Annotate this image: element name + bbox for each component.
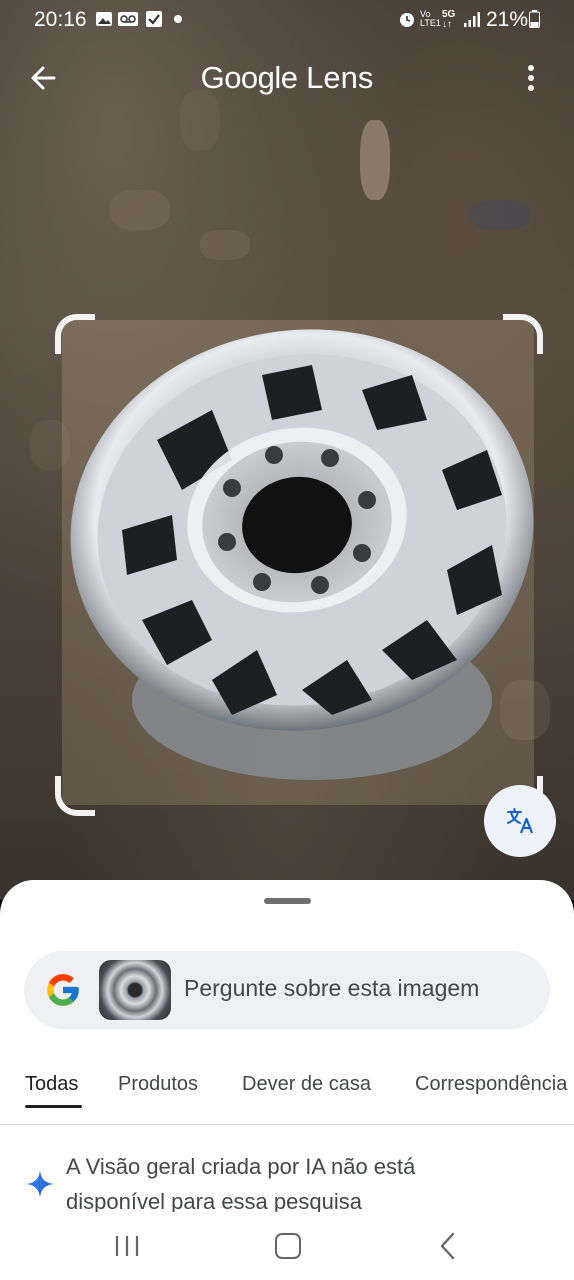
search-placeholder[interactable]: Pergunte sobre esta imagem	[184, 975, 479, 1002]
crop-handle-top-right[interactable]	[503, 314, 543, 354]
crop-handle-bottom-left[interactable]	[55, 776, 95, 816]
app-title: Google Lens	[0, 60, 574, 96]
signal-icon	[463, 10, 481, 28]
battery-percentage: 21%	[486, 8, 529, 31]
tab-dever-de-casa[interactable]: Dever de casa	[242, 1073, 371, 1096]
recent-apps-button[interactable]	[114, 1234, 140, 1258]
query-image-thumbnail[interactable]	[99, 960, 171, 1020]
ai-overview-text: A Visão geral criada por IA não está dis…	[66, 1154, 416, 1214]
translate-icon	[507, 808, 534, 834]
more-options-button[interactable]	[516, 60, 546, 96]
status-bar: 20:16 Vo LTE1 5G ↓↑ 21%	[0, 0, 574, 40]
more-notifications-dot-icon	[174, 15, 182, 23]
selection-region[interactable]	[62, 320, 534, 805]
results-tabs: Todas Produtos Dever de casa Correspondê…	[0, 1062, 574, 1125]
sheet-drag-handle[interactable]	[264, 898, 311, 904]
camera-viewfinder[interactable]	[0, 0, 574, 900]
status-time: 20:16	[34, 8, 87, 31]
voicemail-notification-icon	[118, 10, 138, 28]
recent-apps-icon	[115, 1236, 139, 1256]
tab-produtos[interactable]: Produtos	[118, 1073, 198, 1096]
crop-handle-top-left[interactable]	[55, 314, 95, 354]
more-vert-icon	[528, 65, 534, 91]
volte-icon: Vo LTE1	[420, 9, 441, 28]
active-tab-indicator	[25, 1105, 82, 1108]
battery-icon	[529, 10, 540, 28]
wheel-image	[70, 329, 534, 780]
gallery-notification-icon	[95, 10, 113, 28]
translate-button[interactable]	[484, 785, 556, 857]
alarm-icon	[398, 10, 416, 28]
back-nav-icon	[440, 1232, 455, 1260]
tab-todas[interactable]: Todas	[25, 1073, 78, 1096]
system-back-button[interactable]	[437, 1231, 459, 1261]
5g-icon: 5G ↓↑	[442, 9, 456, 30]
google-g-icon	[47, 974, 79, 1006]
home-button[interactable]	[275, 1233, 301, 1259]
search-bar[interactable]: Pergunte sobre esta imagem	[24, 951, 550, 1029]
title-brand: Google	[200, 60, 298, 95]
tab-correspondencia[interactable]: Correspondência	[415, 1073, 567, 1096]
title-product: Lens	[306, 60, 374, 95]
sparkle-icon	[26, 1170, 54, 1198]
lens-top-bar: Google Lens	[0, 50, 574, 106]
checkbox-notification-icon	[145, 10, 163, 28]
system-nav-bar	[0, 1212, 574, 1280]
